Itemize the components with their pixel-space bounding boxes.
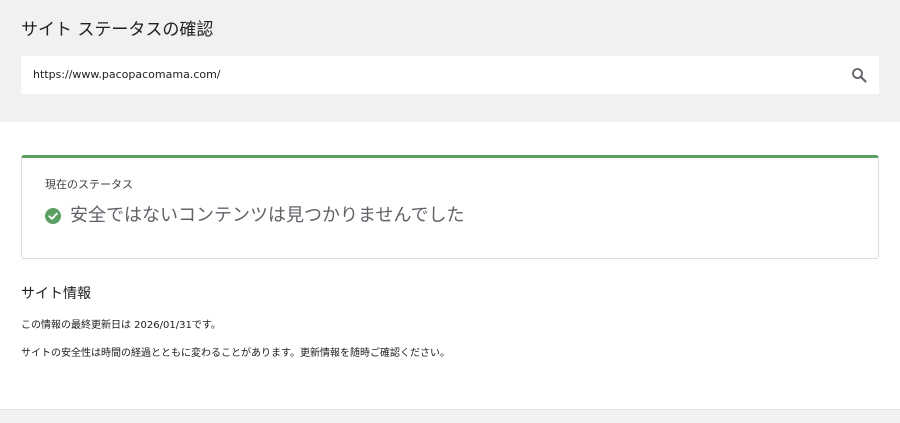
footer-divider: [0, 409, 900, 423]
last-updated-text: この情報の最終更新日は 2026/01/31です。: [21, 320, 221, 331]
check-circle-icon: [45, 208, 61, 224]
search-icon[interactable]: [851, 67, 867, 83]
safety-note-text: サイトの安全性は時間の経過とともに変わることがあります。更新情報を随時ご確認くだ…: [21, 348, 450, 359]
status-row: 安全ではないコンテンツは見つかりませんでした: [45, 204, 465, 228]
url-search-input[interactable]: https://www.pacopacomama.com/: [33, 56, 221, 94]
status-card: 現在のステータス 安全ではないコンテンツは見つかりませんでした: [21, 155, 879, 259]
url-search-box[interactable]: https://www.pacopacomama.com/: [21, 56, 879, 94]
site-info-heading: サイト情報: [21, 286, 91, 302]
page-title: サイト ステータスの確認: [21, 20, 214, 40]
current-status-label: 現在のステータス: [45, 178, 133, 191]
status-message: 安全ではないコンテンツは見つかりませんでした: [70, 205, 465, 226]
header-panel: サイト ステータスの確認 https://www.pacopacomama.co…: [0, 0, 900, 122]
